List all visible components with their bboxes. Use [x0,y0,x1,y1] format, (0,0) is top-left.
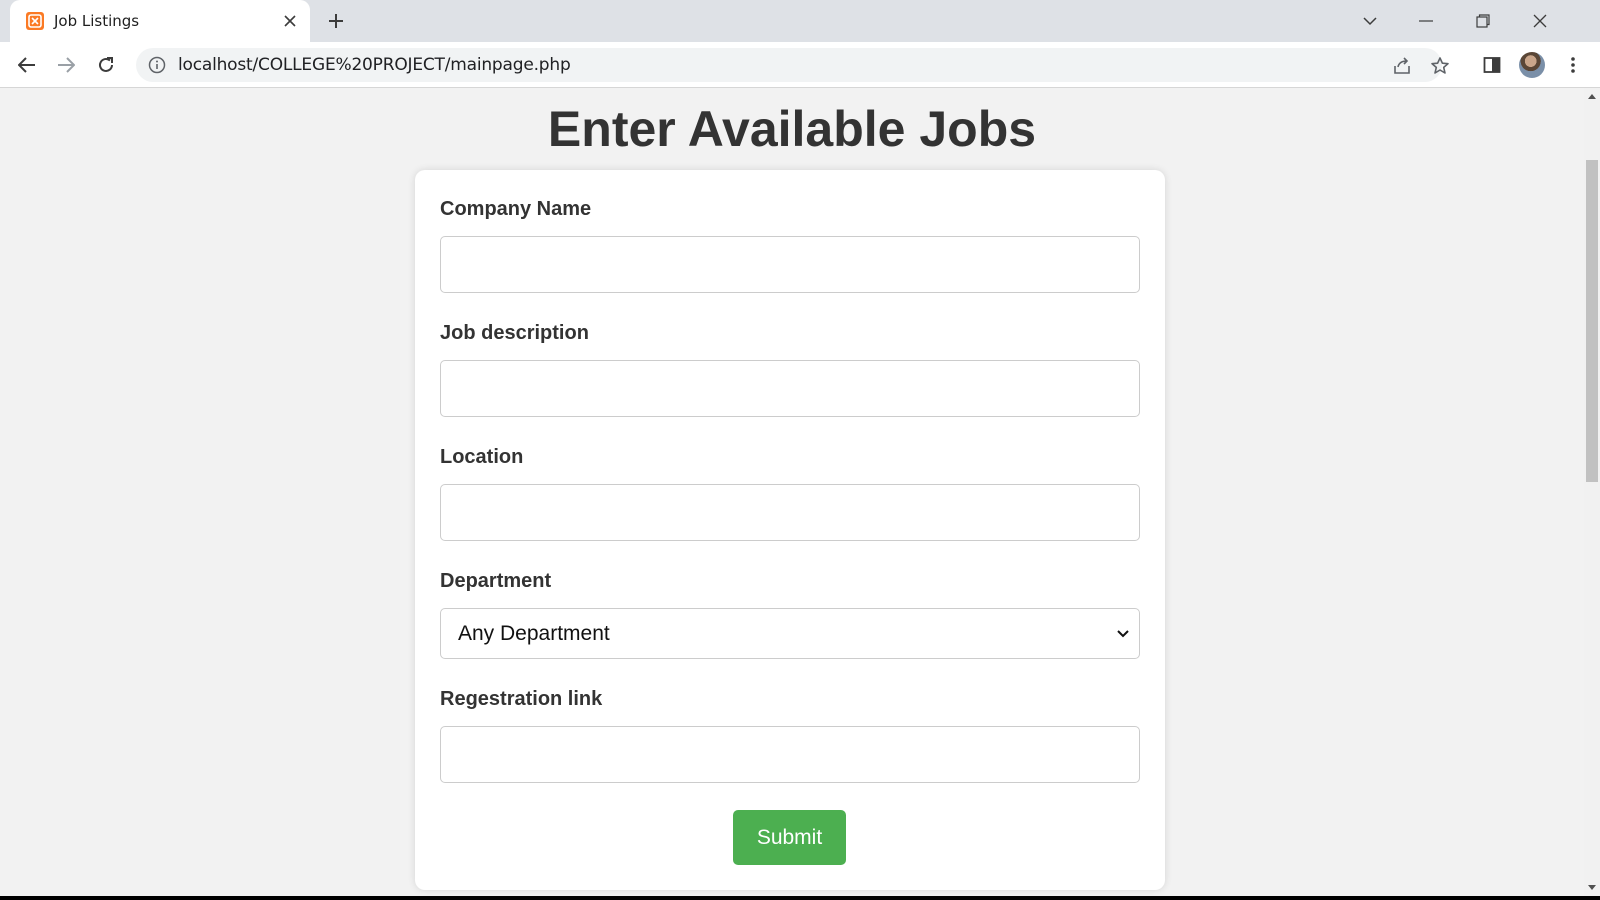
job-form: Company Name Job description Location De… [415,170,1165,890]
url-text: localhost/COLLEGE%20PROJECT/mainpage.php [178,55,571,75]
registration-link-label: Regestration link [440,688,603,710]
scrollbar-thumb[interactable] [1586,160,1598,482]
menu-icon[interactable] [1558,50,1588,80]
browser-toolbar: localhost/COLLEGE%20PROJECT/mainpage.php [0,42,1600,88]
reload-icon[interactable] [91,50,121,80]
department-selected-value: Any Department [458,622,610,645]
tab-search-icon[interactable] [1355,6,1385,36]
profile-avatar[interactable] [1519,52,1545,78]
department-label: Department [440,570,552,592]
submit-button[interactable]: Submit [733,810,846,865]
scroll-up-arrow-icon[interactable] [1584,88,1600,104]
back-icon[interactable] [12,50,42,80]
browser-tab[interactable]: Job Listings [10,0,310,42]
minimize-icon[interactable] [1411,6,1441,36]
job-description-label: Job description [440,322,589,344]
job-description-input[interactable] [440,360,1140,417]
registration-link-input[interactable] [440,726,1140,783]
restore-icon[interactable] [1468,6,1498,36]
window-bottom-edge [0,896,1600,900]
scroll-down-arrow-icon[interactable] [1584,880,1600,896]
department-select[interactable]: Any Department [440,608,1140,659]
page-viewport: Enter Available Jobs Company Name Job de… [0,88,1584,896]
company-name-input[interactable] [440,236,1140,293]
new-tab-icon[interactable] [325,10,347,32]
side-panel-icon[interactable] [1477,50,1507,80]
xampp-icon [26,12,44,30]
chevron-down-icon [1117,630,1129,638]
tab-close-icon[interactable] [280,11,300,31]
location-input[interactable] [440,484,1140,541]
company-name-label: Company Name [440,198,592,220]
info-icon[interactable] [148,56,166,74]
page-title: Enter Available Jobs [547,101,1037,157]
star-icon[interactable] [1428,54,1452,78]
close-icon[interactable] [1525,6,1555,36]
share-icon[interactable] [1390,54,1414,78]
address-bar[interactable]: localhost/COLLEGE%20PROJECT/mainpage.php [136,48,1449,82]
vertical-scrollbar[interactable] [1584,88,1600,896]
location-label: Location [440,446,524,468]
tab-strip: Job Listings [0,0,1600,42]
tab-title: Job Listings [54,12,140,30]
forward-icon[interactable] [51,50,81,80]
